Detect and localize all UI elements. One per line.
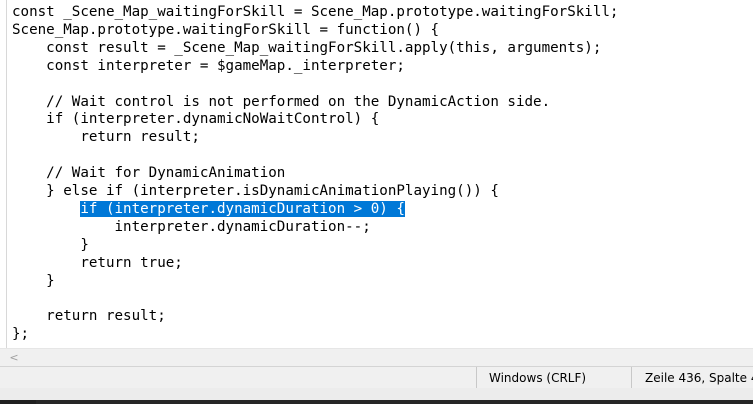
code-line[interactable]: } bbox=[12, 272, 55, 290]
code-line[interactable]: return true; bbox=[12, 254, 183, 272]
code-text[interactable]: } bbox=[80, 237, 89, 253]
status-separator bbox=[476, 367, 477, 389]
code-text[interactable]: }; bbox=[12, 326, 29, 342]
cursor-position-status: Zeile 436, Spalte 47 bbox=[645, 371, 753, 385]
selected-code-text[interactable]: if (interpreter.dynamicDuration > 0) { bbox=[80, 200, 405, 217]
code-line[interactable]: // Wait control is not performed on the … bbox=[12, 93, 550, 111]
code-text[interactable]: // Wait for DynamicAnimation bbox=[46, 165, 285, 181]
code-line[interactable]: interpreter.dynamicDuration--; bbox=[12, 218, 371, 236]
code-editor[interactable]: const _Scene_Map_waitingForSkill = Scene… bbox=[12, 0, 753, 348]
code-line[interactable]: const _Scene_Map_waitingForSkill = Scene… bbox=[12, 3, 618, 21]
code-text[interactable]: // Wait control is not performed on the … bbox=[46, 94, 550, 110]
code-line[interactable]: if (interpreter.dynamicDuration > 0) { bbox=[12, 200, 405, 218]
code-text[interactable]: } else if (interpreter.isDynamicAnimatio… bbox=[46, 183, 499, 199]
status-bar: Windows (CRLF) Zeile 436, Spalte 47 bbox=[0, 366, 753, 389]
line-ending-status: Windows (CRLF) bbox=[489, 371, 587, 385]
code-text[interactable]: return true; bbox=[80, 255, 183, 271]
code-text[interactable]: const _Scene_Map_waitingForSkill = Scene… bbox=[12, 4, 618, 20]
code-line[interactable]: const interpreter = $gameMap._interprete… bbox=[12, 57, 405, 75]
code-text[interactable]: const interpreter = $gameMap._interprete… bbox=[46, 58, 405, 74]
code-line[interactable]: }; bbox=[12, 325, 29, 343]
code-line[interactable]: if (interpreter.dynamicNoWaitControl) { bbox=[12, 110, 379, 128]
editor-window: const _Scene_Map_waitingForSkill = Scene… bbox=[0, 0, 753, 404]
chevron-left-icon[interactable]: < bbox=[8, 350, 20, 365]
code-text[interactable]: return result; bbox=[46, 308, 166, 324]
code-text[interactable]: if (interpreter.dynamicNoWaitControl) { bbox=[46, 111, 379, 127]
code-text[interactable]: Scene_Map.prototype.waitingForSkill = fu… bbox=[12, 22, 439, 38]
code-line[interactable]: } bbox=[12, 236, 89, 254]
status-separator bbox=[631, 367, 632, 389]
taskbar-edge-right bbox=[36, 400, 753, 404]
code-line[interactable]: return result; bbox=[12, 128, 200, 146]
window-left-edge bbox=[0, 0, 7, 388]
code-text[interactable]: } bbox=[46, 273, 55, 289]
code-line[interactable]: } else if (interpreter.isDynamicAnimatio… bbox=[12, 182, 499, 200]
code-line[interactable]: Scene_Map.prototype.waitingForSkill = fu… bbox=[12, 21, 439, 39]
code-text[interactable]: return result; bbox=[80, 129, 200, 145]
code-line[interactable]: // Wait for DynamicAnimation bbox=[12, 164, 285, 182]
code-text[interactable]: interpreter.dynamicDuration--; bbox=[115, 219, 371, 235]
code-line[interactable]: const result = _Scene_Map_waitingForSkil… bbox=[12, 39, 601, 57]
horizontal-scrollbar[interactable]: < bbox=[0, 348, 753, 366]
code-text[interactable]: const result = _Scene_Map_waitingForSkil… bbox=[46, 40, 601, 56]
code-line[interactable]: return result; bbox=[12, 307, 166, 325]
